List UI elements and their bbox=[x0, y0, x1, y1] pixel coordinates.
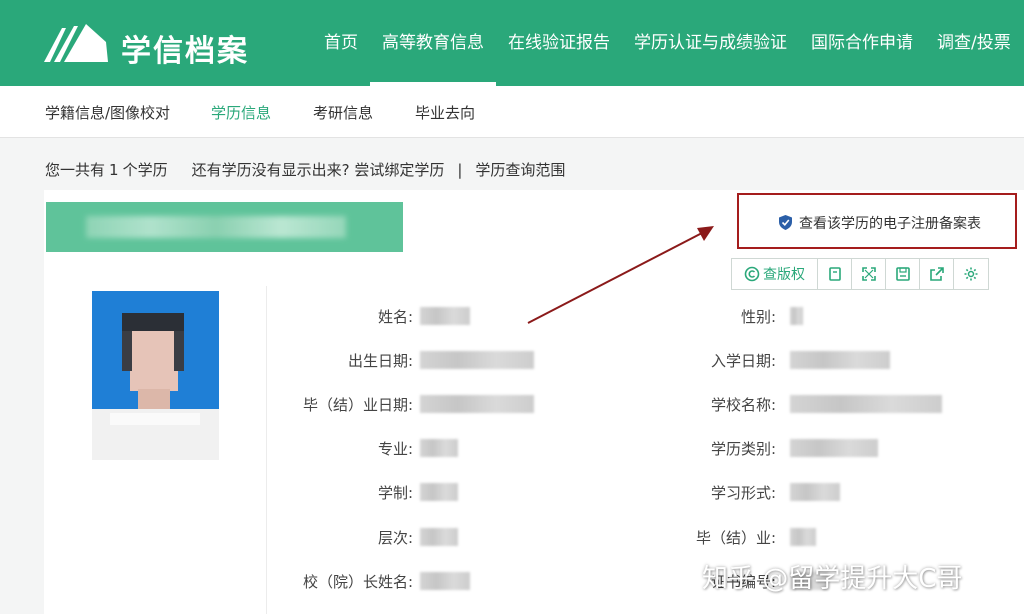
top-header: 学信档案 首页 高等教育信息 在线验证报告 学历认证与成绩验证 国际合作申请 调… bbox=[0, 0, 1024, 86]
registration-highlight-box: 查看该学历的电子注册备案表 bbox=[737, 193, 1017, 249]
label-study-form: 学习形式: bbox=[710, 484, 776, 502]
value-gender bbox=[790, 307, 803, 325]
value-enrollment-date bbox=[790, 351, 890, 369]
bind-degree-link[interactable]: 尝试绑定学历 bbox=[354, 161, 444, 179]
value-graduation-status bbox=[790, 528, 816, 546]
label-major: 专业: bbox=[377, 440, 413, 458]
fullscreen-icon bbox=[861, 267, 876, 281]
copyright-button[interactable]: 查版权 bbox=[732, 259, 818, 289]
value-graduation-date bbox=[420, 395, 534, 413]
sub-nav: 学籍信息/图像校对 学历信息 考研信息 毕业去向 bbox=[0, 86, 1024, 138]
label-degree-type: 学历类别: bbox=[710, 440, 776, 458]
divider bbox=[266, 286, 267, 614]
logo-icon[interactable] bbox=[42, 22, 112, 64]
value-level bbox=[420, 528, 458, 546]
value-duration bbox=[420, 483, 458, 501]
summary-prefix: 您一共有 bbox=[45, 161, 106, 179]
value-degree-type bbox=[790, 439, 878, 457]
nav-home[interactable]: 首页 bbox=[312, 0, 370, 86]
query-range-link[interactable]: 学历查询范围 bbox=[475, 161, 565, 179]
copy-icon bbox=[828, 267, 841, 281]
main-nav: 首页 高等教育信息 在线验证报告 学历认证与成绩验证 国际合作申请 调查/投票 bbox=[312, 0, 1023, 86]
copy-button[interactable] bbox=[818, 259, 852, 289]
share-button[interactable] bbox=[920, 259, 954, 289]
label-president-name: 校（院）长姓名: bbox=[302, 573, 413, 591]
shield-icon bbox=[779, 215, 792, 230]
fullscreen-button[interactable] bbox=[852, 259, 886, 289]
tab-graduation-destination[interactable]: 毕业去向 bbox=[415, 102, 475, 123]
logo-text[interactable]: 学信档案 bbox=[121, 26, 249, 70]
missing-degree-text: 还有学历没有显示出来? bbox=[191, 161, 350, 179]
value-birth-date bbox=[420, 351, 534, 369]
summary-suffix: 个学历 bbox=[122, 161, 168, 179]
save-icon bbox=[895, 267, 910, 281]
degree-count: 1 bbox=[109, 161, 119, 179]
nav-survey[interactable]: 调查/投票 bbox=[925, 0, 1023, 86]
label-graduation-status: 毕（结）业: bbox=[695, 529, 776, 547]
value-school-name bbox=[790, 395, 942, 413]
label-enrollment-date: 入学日期: bbox=[710, 352, 776, 370]
label-birth-date: 出生日期: bbox=[347, 352, 413, 370]
nav-higher-education[interactable]: 高等教育信息 bbox=[370, 0, 496, 86]
degree-record-card: 查看该学历的电子注册备案表 查版权 姓名: 出生日期: 毕（结）业日期: 专业:… bbox=[44, 190, 1024, 614]
nav-international[interactable]: 国际合作申请 bbox=[799, 0, 925, 86]
copyright-icon bbox=[744, 266, 760, 282]
label-duration: 学制: bbox=[377, 484, 413, 502]
copyright-label: 查版权 bbox=[763, 267, 805, 283]
separator: | bbox=[457, 161, 463, 179]
view-registration-form-link[interactable]: 查看该学历的电子注册备案表 bbox=[799, 213, 981, 233]
tab-postgraduate-exam[interactable]: 考研信息 bbox=[313, 102, 373, 123]
share-icon bbox=[929, 267, 944, 281]
watermark: 知乎 @留学提升大C哥 bbox=[702, 564, 963, 594]
value-study-form bbox=[790, 483, 840, 501]
nav-degree-certification[interactable]: 学历认证与成绩验证 bbox=[622, 0, 799, 86]
label-gender: 性别: bbox=[740, 308, 776, 326]
label-name: 姓名: bbox=[377, 308, 413, 326]
save-button[interactable] bbox=[886, 259, 920, 289]
student-photo bbox=[92, 291, 219, 460]
tab-degree-info[interactable]: 学历信息 bbox=[211, 102, 271, 123]
school-name-banner bbox=[46, 202, 403, 252]
settings-button[interactable] bbox=[954, 259, 988, 289]
record-toolbar: 查版权 bbox=[731, 258, 989, 290]
value-president-name bbox=[420, 572, 470, 590]
tab-student-status[interactable]: 学籍信息/图像校对 bbox=[45, 102, 170, 123]
degree-summary: 您一共有 1 个学历 还有学历没有显示出来? 尝试绑定学历 | 学历查询范围 bbox=[45, 159, 565, 180]
label-level: 层次: bbox=[377, 529, 413, 547]
nav-online-verification[interactable]: 在线验证报告 bbox=[496, 0, 622, 86]
label-graduation-date: 毕（结）业日期: bbox=[302, 396, 413, 414]
value-major bbox=[420, 439, 458, 457]
settings-icon bbox=[964, 267, 978, 281]
value-name bbox=[420, 307, 470, 325]
label-school-name: 学校名称: bbox=[710, 396, 776, 414]
